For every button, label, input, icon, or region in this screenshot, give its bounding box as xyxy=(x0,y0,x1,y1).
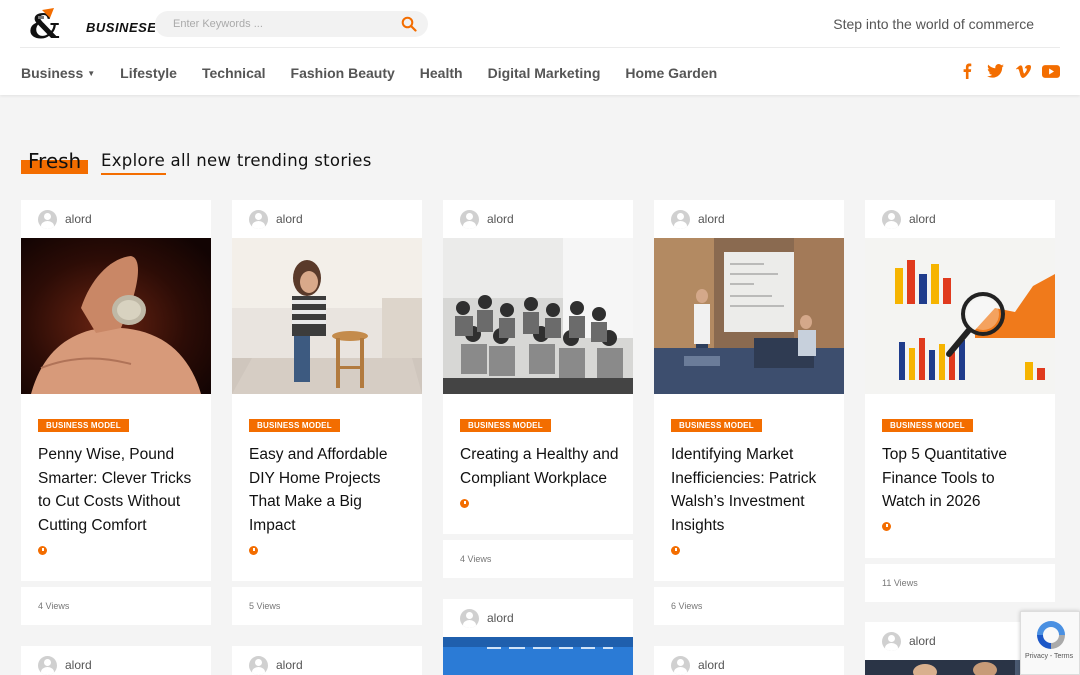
chevron-down-icon: ▼ xyxy=(87,68,96,78)
nav-item-home-garden[interactable]: Home Garden xyxy=(625,65,717,81)
avatar xyxy=(460,209,479,229)
post-author[interactable]: alord xyxy=(671,655,725,675)
avatar xyxy=(882,631,901,651)
category-badge[interactable]: BUSINESS MODEL xyxy=(671,419,762,432)
post-card[interactable]: alord xyxy=(232,646,422,675)
post-image[interactable] xyxy=(654,238,844,394)
section-label: Fresh xyxy=(28,149,82,173)
post-card[interactable]: alord xyxy=(654,646,844,675)
nav-item-digital-marketing[interactable]: Digital Marketing xyxy=(488,65,601,81)
avatar xyxy=(249,209,268,229)
post-views: 11 Views xyxy=(865,564,1055,602)
search-bar xyxy=(155,11,428,37)
clock-icon xyxy=(460,499,469,508)
author-name: alord xyxy=(65,658,92,672)
post-author[interactable]: alord xyxy=(882,631,936,651)
clock-icon xyxy=(38,546,47,555)
main-nav: Business ▼ Lifestyle Technical Fashion B… xyxy=(21,63,742,83)
post-title[interactable]: Penny Wise, Pound Smarter: Clever Tricks… xyxy=(38,443,198,538)
post-image[interactable] xyxy=(443,238,633,394)
clock-icon xyxy=(671,546,680,555)
author-name: alord xyxy=(698,212,725,226)
nav-item-lifestyle[interactable]: Lifestyle xyxy=(120,65,177,81)
subtitle-underline xyxy=(101,173,166,175)
author-name: alord xyxy=(276,658,303,672)
post-author[interactable]: alord xyxy=(38,655,92,675)
post-image[interactable] xyxy=(232,238,422,394)
avatar xyxy=(249,655,268,675)
category-badge[interactable]: BUSINESS MODEL xyxy=(38,419,129,432)
post-image[interactable] xyxy=(21,238,211,394)
post-views: 5 Views xyxy=(232,587,422,625)
author-name: alord xyxy=(487,611,514,625)
post-views: 6 Views xyxy=(654,587,844,625)
avatar xyxy=(38,655,57,675)
post-author[interactable]: alord xyxy=(460,209,514,229)
author-name: alord xyxy=(698,658,725,672)
twitter-icon[interactable] xyxy=(986,62,1004,80)
post-title[interactable]: Easy and Affordable DIY Home Projects Th… xyxy=(249,443,409,538)
post-card[interactable]: alord xyxy=(443,599,633,675)
post-card[interactable]: alord BUSINESS MODEL Creating a Healthy … xyxy=(443,200,633,534)
author-name: alord xyxy=(909,634,936,648)
site-logo[interactable]: & BUSINESE xyxy=(28,6,156,42)
post-views: 4 Views xyxy=(21,587,211,625)
nav-item-label: Business xyxy=(21,65,84,81)
category-badge[interactable]: BUSINESS MODEL xyxy=(249,419,340,432)
author-name: alord xyxy=(487,212,514,226)
recaptcha-badge[interactable]: Privacy - Terms xyxy=(1020,611,1080,675)
post-author[interactable]: alord xyxy=(882,209,936,229)
nav-item-business[interactable]: Business ▼ xyxy=(21,65,95,81)
category-badge[interactable]: BUSINESS MODEL xyxy=(882,419,973,432)
nav-item-health[interactable]: Health xyxy=(420,65,463,81)
avatar xyxy=(38,209,57,229)
avatar xyxy=(882,209,901,229)
site-header: & BUSINESE Step into the world of commer… xyxy=(0,0,1080,95)
avatar xyxy=(671,655,690,675)
clock-icon xyxy=(882,522,891,531)
author-name: alord xyxy=(909,212,936,226)
vimeo-icon[interactable] xyxy=(1014,62,1032,80)
nav-item-technical[interactable]: Technical xyxy=(202,65,266,81)
site-tagline: Step into the world of commerce xyxy=(833,16,1034,32)
nav-item-fashion-beauty[interactable]: Fashion Beauty xyxy=(291,65,395,81)
post-author[interactable]: alord xyxy=(38,209,92,229)
facebook-icon[interactable] xyxy=(958,62,976,80)
post-image[interactable] xyxy=(443,637,633,675)
post-author[interactable]: alord xyxy=(249,209,303,229)
recaptcha-icon xyxy=(1037,621,1065,649)
header-divider xyxy=(20,47,1060,48)
recaptcha-links[interactable]: Privacy - Terms xyxy=(1025,653,1073,660)
search-input[interactable] xyxy=(173,11,393,37)
post-author[interactable]: alord xyxy=(249,655,303,675)
post-card[interactable]: alord BUSINESS MODEL Easy and Affordable… xyxy=(232,200,422,581)
post-title[interactable]: Creating a Healthy and Compliant Workpla… xyxy=(460,443,620,490)
avatar xyxy=(460,608,479,628)
post-card[interactable]: alord xyxy=(865,200,1055,558)
post-card[interactable]: alord BUSINESS MODEL Penny Wise, Pound S… xyxy=(21,200,211,581)
post-card[interactable]: alord xyxy=(21,646,211,675)
post-title[interactable]: Identifying Market Inefficiencies: Patri… xyxy=(671,443,831,538)
search-icon[interactable] xyxy=(401,16,417,32)
social-links xyxy=(948,62,1060,80)
category-badge[interactable]: BUSINESS MODEL xyxy=(460,419,551,432)
ampersand-logo-icon: & xyxy=(29,7,60,42)
section-subtitle: Explore all new trending stories xyxy=(101,151,372,170)
author-name: alord xyxy=(65,212,92,226)
post-author[interactable]: alord xyxy=(460,608,514,628)
logo-wordmark: BUSINESE xyxy=(86,20,157,35)
avatar xyxy=(671,209,690,229)
post-card[interactable]: alord BUSINESS MODEL Identifying Market … xyxy=(654,200,844,581)
post-views: 4 Views xyxy=(443,540,633,578)
author-name: alord xyxy=(276,212,303,226)
post-title[interactable]: Top 5 Quantitative Finance Tools to Watc… xyxy=(882,443,1042,514)
post-author[interactable]: alord xyxy=(671,209,725,229)
youtube-icon[interactable] xyxy=(1042,62,1060,80)
clock-icon xyxy=(249,546,258,555)
post-image[interactable] xyxy=(865,238,1055,394)
